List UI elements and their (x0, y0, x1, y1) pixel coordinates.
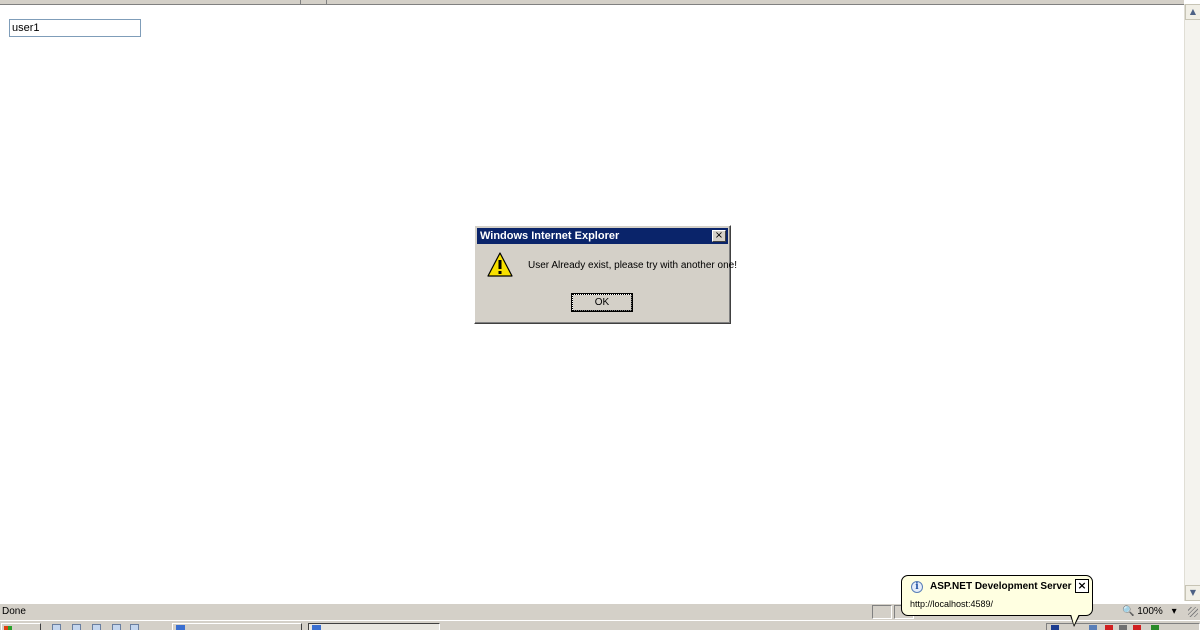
balloon-notification[interactable]: i ASP.NET Development Server http://loca… (901, 575, 1093, 627)
status-pane (872, 605, 892, 619)
zoom-level: 100% (1137, 606, 1163, 617)
quick-launch-icon[interactable] (112, 624, 121, 630)
taskbar-button[interactable] (172, 623, 302, 630)
ok-button-label: OK (571, 294, 633, 311)
vertical-scrollbar[interactable]: ▲ ▼ (1184, 4, 1200, 601)
quick-launch-icon[interactable] (92, 624, 101, 630)
dialog-message: User Already exist, please try with anot… (528, 260, 737, 271)
status-text: Done (2, 606, 26, 617)
tray-icon[interactable] (1133, 625, 1141, 630)
browser-icon (312, 625, 321, 630)
tray-icon[interactable] (1051, 625, 1059, 630)
toolbar-bottom-edge (0, 0, 1184, 5)
resize-grip[interactable] (1188, 607, 1198, 617)
toolbar-separator (300, 0, 301, 4)
windows-logo-icon (4, 626, 12, 630)
dialog-title: Windows Internet Explorer (480, 230, 620, 242)
username-input[interactable]: user1 (9, 19, 141, 37)
dialog-titlebar[interactable]: Windows Internet Explorer × (477, 228, 728, 244)
quick-launch-icon[interactable] (72, 624, 81, 630)
taskbar-button-active[interactable] (308, 623, 440, 630)
dialog-close-button[interactable]: × (712, 230, 726, 242)
chevron-down-icon[interactable]: ▾ (1172, 606, 1177, 617)
taskbar (0, 620, 1200, 630)
app-icon (176, 625, 185, 630)
scroll-down-button[interactable]: ▼ (1185, 585, 1200, 601)
tray-icon[interactable] (1119, 625, 1127, 630)
start-button[interactable] (1, 623, 41, 630)
zoom-control[interactable]: 🔍 100% ▾ (1122, 605, 1184, 619)
quick-launch-icon[interactable] (130, 624, 139, 630)
ok-button[interactable]: OK (571, 293, 633, 312)
tray-icon[interactable] (1151, 625, 1159, 630)
tray-icon[interactable] (1089, 625, 1097, 630)
scroll-up-button[interactable]: ▲ (1185, 4, 1200, 20)
balloon-tail-fill (1071, 614, 1079, 625)
alert-dialog: Windows Internet Explorer × User Already… (474, 225, 737, 324)
balloon-url: http://localhost:4589/ (910, 599, 994, 609)
info-icon: i (911, 581, 923, 593)
balloon-close-button[interactable]: × (1075, 579, 1089, 593)
warning-icon (487, 252, 513, 277)
quick-launch-icon[interactable] (52, 624, 61, 630)
balloon-title: ASP.NET Development Server (930, 581, 1072, 592)
tray-icon[interactable] (1105, 625, 1113, 630)
toolbar-separator (326, 0, 327, 4)
zoom-icon: 🔍 (1122, 606, 1135, 617)
